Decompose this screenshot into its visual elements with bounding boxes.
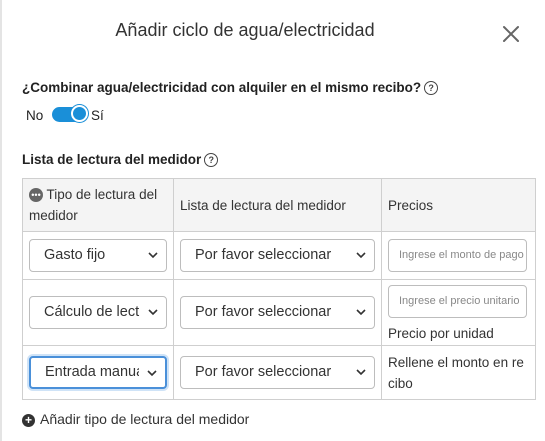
meter-select[interactable]: Por favor seleccionar [180, 296, 375, 329]
toggle-knob [71, 105, 88, 122]
add-meter-type-link[interactable]: + Añadir tipo de lectura del medidor [22, 411, 249, 427]
meter-select-value: Por favor seleccionar [195, 364, 332, 380]
table-row: Cálculo de lectura Por favor seleccionar… [22, 279, 536, 346]
header-meter: Lista de lectura del medidor [173, 178, 382, 232]
chevron-down-icon [148, 252, 158, 259]
dialog-edge [0, 0, 2, 441]
chevron-down-icon [356, 369, 366, 376]
close-icon[interactable] [500, 23, 522, 45]
header-type: ••• Tipo de lectura del medidor [22, 178, 174, 232]
section-title-label: Lista de lectura del medidor [22, 152, 202, 167]
meter-select[interactable]: Por favor seleccionar [180, 356, 375, 389]
type-select-value: Entrada manual [45, 364, 139, 380]
meter-table: ••• Tipo de lectura del medidor Lista de… [22, 178, 536, 400]
header-type-label: Tipo de lectura del medidor [29, 187, 158, 223]
type-select[interactable]: Cálculo de lectura [29, 296, 167, 329]
chevron-down-icon [356, 252, 366, 259]
chevron-down-icon [356, 309, 366, 316]
combine-question-label: ¿Combinar agua/electricidad con alquiler… [22, 80, 422, 95]
meter-select-value: Por favor seleccionar [195, 247, 332, 263]
plus-circle-icon: + [22, 414, 35, 427]
combine-question: ¿Combinar agua/electricidad con alquiler… [22, 80, 439, 95]
table-row: Entrada manual Por favor seleccionar Rel… [22, 345, 536, 400]
dialog-title: Añadir ciclo de agua/electricidad [115, 20, 375, 40]
header-price: Precios [381, 178, 536, 232]
type-select[interactable]: Entrada manual [29, 356, 167, 389]
toggle-on-label: Sí [91, 108, 104, 123]
chevron-down-icon [148, 309, 158, 316]
meter-select-value: Por favor seleccionar [195, 304, 332, 320]
meter-select[interactable]: Por favor seleccionar [180, 239, 375, 272]
amount-input[interactable]: Ingrese el monto de pago [388, 239, 527, 272]
table-header-row: ••• Tipo de lectura del medidor Lista de… [22, 178, 536, 232]
table-row: Gasto fijo Por favor seleccionar Ingrese… [22, 231, 536, 280]
toggle-off-label: No [26, 108, 44, 123]
type-select[interactable]: Gasto fijo [29, 239, 167, 272]
help-icon[interactable]: ? [424, 81, 439, 95]
chat-icon: ••• [29, 188, 43, 202]
type-select-value: Gasto fijo [44, 247, 106, 263]
unit-price-input[interactable]: Ingrese el precio unitario [388, 284, 527, 318]
chevron-down-icon [147, 370, 157, 377]
help-icon[interactable]: ? [204, 153, 219, 167]
type-select-value: Cálculo de lectura [44, 304, 140, 320]
combine-toggle-switch[interactable] [52, 105, 88, 122]
section-title: Lista de lectura del medidor? [22, 152, 219, 167]
unit-price-label: Precio por unidad [388, 325, 494, 341]
manual-note: Rellene el monto en recibo [388, 354, 524, 391]
add-meter-type-label: Añadir tipo de lectura del medidor [40, 411, 250, 427]
